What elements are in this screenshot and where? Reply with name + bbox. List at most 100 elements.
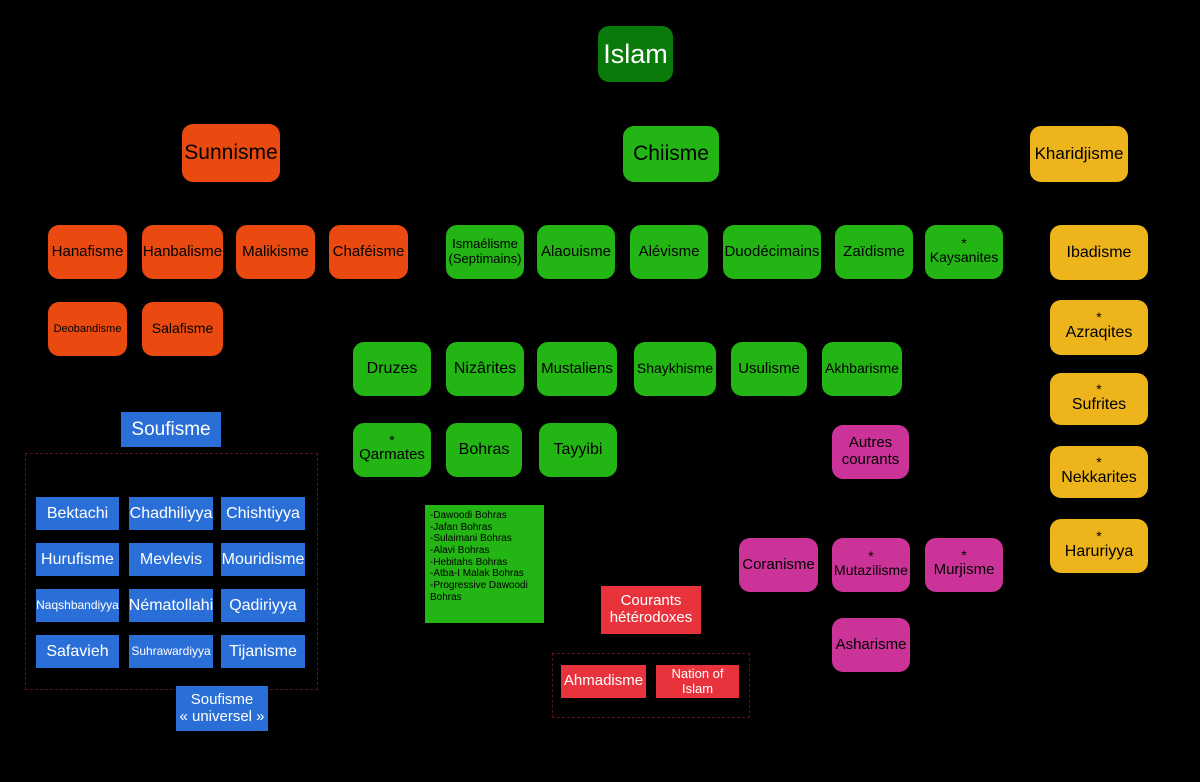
node-islam[interactable]: Islam — [598, 26, 673, 82]
node-ibadisme[interactable]: Ibadisme — [1050, 225, 1148, 280]
node-label: Malikisme — [242, 242, 309, 260]
node-label: Courants hétérodoxes — [609, 592, 693, 626]
asterisk-marker-icon: * — [1096, 380, 1102, 397]
node-label: Ismaélisme (Septimains) — [448, 236, 522, 266]
node-nematollahi[interactable]: Nématollahi — [129, 589, 213, 622]
node-tijanisme[interactable]: Tijanisme — [221, 635, 305, 668]
node-label: Hurufisme — [41, 550, 114, 568]
node-nizarites[interactable]: Nizârites — [446, 342, 524, 396]
node-usulisme[interactable]: Usulisme — [731, 342, 807, 396]
node-label: Tijanisme — [229, 642, 297, 660]
node-soufisme[interactable]: Soufisme — [121, 412, 221, 447]
node-asharisme[interactable]: Asharisme — [832, 618, 910, 672]
node-sunnisme[interactable]: Sunnisme — [182, 124, 280, 182]
node-label: Autres courants — [841, 434, 900, 468]
node-label: Ahmadisme — [563, 672, 644, 690]
node-label: Hanbalisme — [142, 242, 223, 260]
node-ahmadisme[interactable]: Ahmadisme — [561, 665, 646, 698]
node-label: Akhbarisme — [825, 360, 899, 377]
node-murjisme[interactable]: * Murjisme — [925, 538, 1003, 592]
node-label: Mevlevis — [139, 550, 203, 568]
node-label: Nématollahi — [128, 596, 214, 614]
asterisk-marker-icon: * — [1096, 453, 1102, 470]
asterisk-marker-icon: * — [1096, 309, 1102, 326]
node-label: Bohras — [458, 441, 510, 459]
node-label: Naqshbandiyya — [36, 597, 119, 612]
node-label: Islam — [603, 38, 668, 69]
node-akhbarisme[interactable]: Akhbarisme — [822, 342, 902, 396]
node-label: Hanafisme — [51, 242, 124, 260]
node-ismaelisme[interactable]: Ismaélisme (Septimains) — [446, 225, 524, 279]
node-malikisme[interactable]: Malikisme — [236, 225, 315, 279]
node-bohras[interactable]: Bohras — [446, 423, 522, 477]
node-label: Azraqites — [1065, 324, 1133, 342]
node-salafisme[interactable]: Salafisme — [142, 302, 223, 356]
node-label: Salafisme — [151, 320, 214, 337]
node-naqshbandiyya[interactable]: Naqshbandiyya — [36, 589, 119, 622]
node-azraqites[interactable]: * Azraqites — [1050, 300, 1148, 355]
node-label: Mouridisme — [221, 550, 305, 568]
node-label: Chiisme — [633, 142, 709, 166]
asterisk-marker-icon: * — [1096, 527, 1102, 544]
node-duodecimains[interactable]: Duodécimains — [723, 225, 821, 279]
node-label: Soufisme — [131, 418, 211, 440]
node-kaysanites[interactable]: * Kaysanites — [925, 225, 1003, 279]
node-sufrites[interactable]: * Sufrites — [1050, 373, 1148, 425]
node-label: Nekkarites — [1061, 468, 1137, 486]
node-deobandisme[interactable]: Deobandisme — [48, 302, 127, 356]
node-coranisme[interactable]: Coranisme — [739, 538, 818, 592]
node-label: Sufrites — [1071, 395, 1127, 413]
node-label: Chadhiliyya — [129, 504, 213, 522]
node-zaidisme[interactable]: Zaïdisme — [835, 225, 913, 279]
node-qarmates[interactable]: * Qarmates — [353, 423, 431, 477]
node-alevisme[interactable]: Alévisme — [630, 225, 708, 279]
node-tayyibi[interactable]: Tayyibi — [539, 423, 617, 477]
node-chafeisme[interactable]: Chaféisme — [329, 225, 408, 279]
node-qadiriyya[interactable]: Qadiriyya — [221, 589, 305, 622]
node-courants-heterodoxes[interactable]: Courants hétérodoxes — [601, 586, 701, 634]
node-safavieh[interactable]: Safavieh — [36, 635, 119, 668]
node-label: Ibadisme — [1066, 243, 1132, 261]
node-nation-of-islam[interactable]: Nation of Islam — [656, 665, 739, 698]
asterisk-marker-icon: * — [868, 547, 874, 564]
node-chishtiyya[interactable]: Chishtiyya — [221, 497, 305, 530]
node-alaouisme[interactable]: Alaouisme — [537, 225, 615, 279]
node-suhrawardiyya[interactable]: Suhrawardiyya — [129, 635, 213, 668]
node-label: Chishtiyya — [226, 504, 300, 522]
node-label: Mustaliens — [541, 359, 613, 377]
node-label: Alaouisme — [540, 242, 612, 260]
node-label: Alévisme — [638, 242, 700, 260]
node-label: Duodécimains — [724, 242, 820, 260]
node-nekkarites[interactable]: * Nekkarites — [1050, 446, 1148, 498]
node-label: Kharidjisme — [1034, 144, 1124, 164]
bohras-subsects-list: -Dawoodi Bohras -Jafan Bohras -Sulaimani… — [425, 505, 544, 623]
node-label: Sunnisme — [184, 141, 278, 165]
node-mevlevis[interactable]: Mevlevis — [129, 543, 213, 576]
node-label: Tayyibi — [553, 441, 603, 459]
node-label: Usulisme — [738, 359, 800, 377]
node-chadhiliyya[interactable]: Chadhiliyya — [129, 497, 213, 530]
node-soufisme-universel[interactable]: Soufisme « universel » — [176, 686, 268, 731]
node-bektachi[interactable]: Bektachi — [36, 497, 119, 530]
node-label: Asharisme — [835, 635, 907, 653]
node-hurufisme[interactable]: Hurufisme — [36, 543, 119, 576]
node-hanbalisme[interactable]: Hanbalisme — [142, 225, 223, 279]
node-label: Coranisme — [742, 555, 815, 573]
node-label: Zaïdisme — [843, 242, 905, 260]
node-label: Qarmates — [359, 446, 425, 464]
node-mutazilisme[interactable]: * Mutazilisme — [832, 538, 910, 592]
node-mouridisme[interactable]: Mouridisme — [221, 543, 305, 576]
node-autres-courants[interactable]: Autres courants — [832, 425, 909, 479]
node-kharidjisme[interactable]: Kharidjisme — [1030, 126, 1128, 182]
node-haruriyya[interactable]: * Haruriyya — [1050, 519, 1148, 573]
node-label: Deobandisme — [53, 322, 122, 335]
node-label: Haruriyya — [1064, 542, 1134, 560]
node-mustaliens[interactable]: Mustaliens — [537, 342, 617, 396]
node-hanafisme[interactable]: Hanafisme — [48, 225, 127, 279]
asterisk-marker-icon: * — [961, 547, 967, 564]
node-druzes[interactable]: Druzes — [353, 342, 431, 396]
node-label: Suhrawardiyya — [131, 643, 211, 658]
asterisk-marker-icon: * — [961, 234, 967, 251]
node-shaykhisme[interactable]: Shaykhisme — [634, 342, 716, 396]
node-chiisme[interactable]: Chiisme — [623, 126, 719, 182]
